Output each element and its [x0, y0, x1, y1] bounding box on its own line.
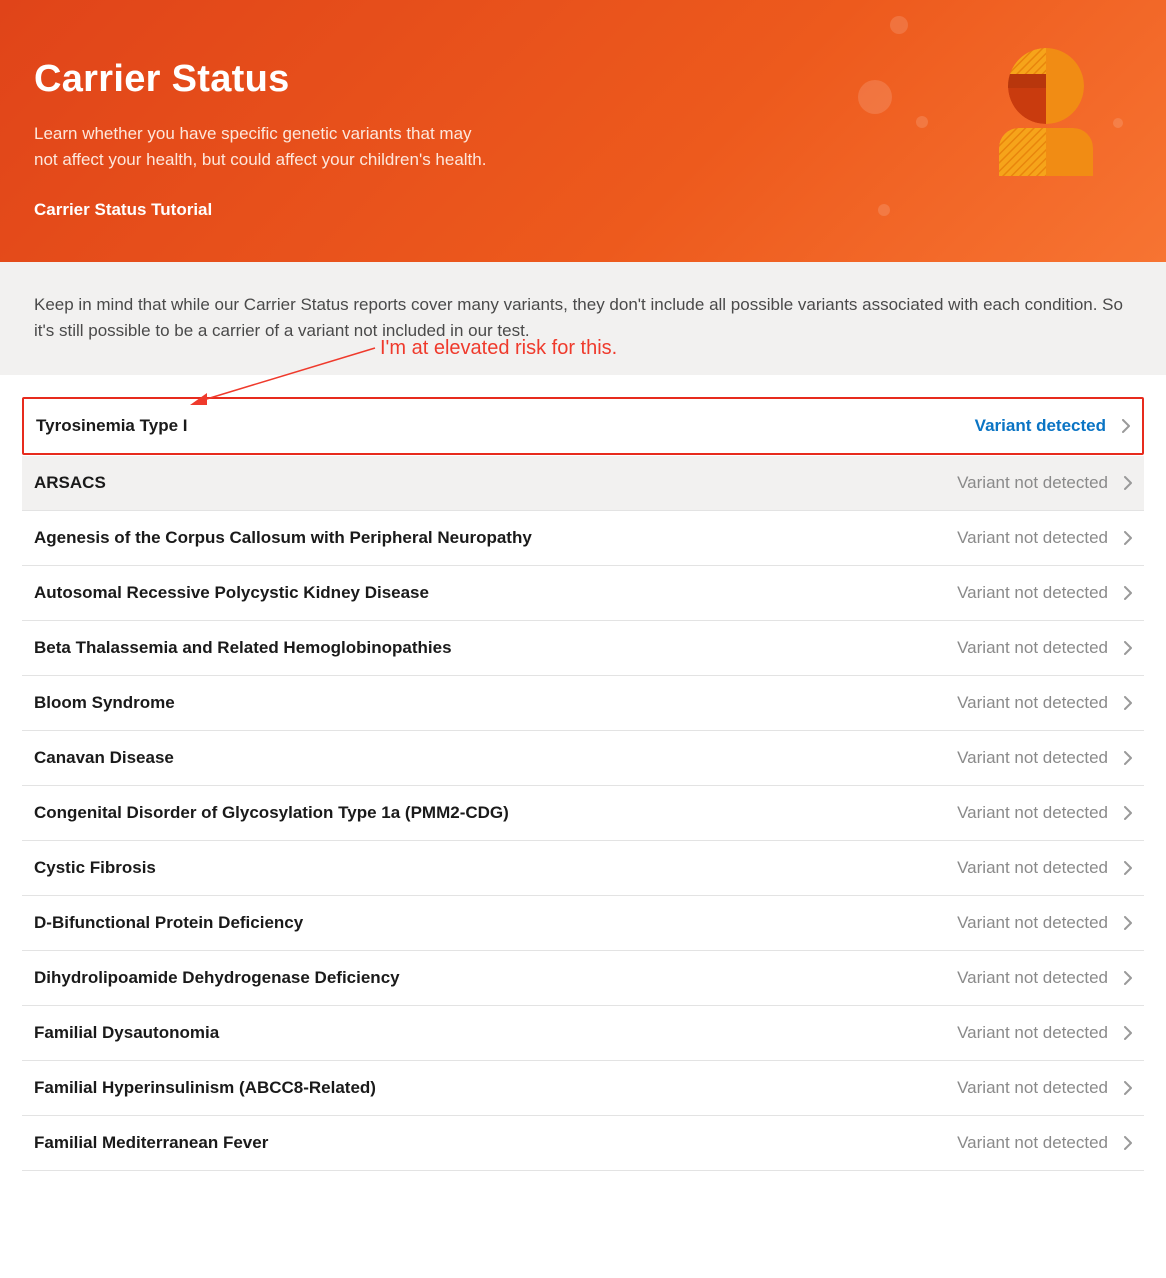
condition-name: Cystic Fibrosis: [34, 858, 156, 878]
chevron-right-icon: [1124, 916, 1132, 930]
condition-status-group: Variant not detected: [957, 1023, 1132, 1043]
condition-row[interactable]: Dihydrolipoamide Dehydrogenase Deficienc…: [22, 951, 1144, 1006]
chevron-right-icon: [1124, 751, 1132, 765]
condition-row[interactable]: D-Bifunctional Protein Deficiency Variant…: [22, 896, 1144, 951]
chevron-right-icon: [1124, 696, 1132, 710]
avatar-icon: [938, 48, 1118, 218]
condition-name: Autosomal Recessive Polycystic Kidney Di…: [34, 583, 429, 603]
chevron-right-icon: [1124, 1136, 1132, 1150]
chevron-right-icon: [1124, 476, 1132, 490]
chevron-right-icon: [1124, 586, 1132, 600]
condition-status: Variant not detected: [957, 528, 1108, 548]
condition-status-group: Variant not detected: [957, 968, 1132, 988]
condition-row[interactable]: Bloom Syndrome Variant not detected: [22, 676, 1144, 731]
condition-name: Familial Hyperinsulinism (ABCC8-Related): [34, 1078, 376, 1098]
condition-status: Variant detected: [975, 416, 1106, 436]
condition-status-group: Variant not detected: [957, 803, 1132, 823]
chevron-right-icon: [1124, 641, 1132, 655]
condition-status: Variant not detected: [957, 913, 1108, 933]
condition-name: Canavan Disease: [34, 748, 174, 768]
condition-row[interactable]: Congenital Disorder of Glycosylation Typ…: [22, 786, 1144, 841]
condition-status: Variant not detected: [957, 473, 1108, 493]
condition-status: Variant not detected: [957, 638, 1108, 658]
chevron-right-icon: [1124, 1081, 1132, 1095]
tutorial-link[interactable]: Carrier Status Tutorial: [34, 200, 212, 219]
condition-name: Tyrosinemia Type I: [36, 416, 187, 436]
decorative-dot: [916, 116, 928, 128]
condition-status-group: Variant not detected: [957, 748, 1132, 768]
condition-status: Variant not detected: [957, 583, 1108, 603]
condition-status: Variant not detected: [957, 858, 1108, 878]
condition-status-group: Variant not detected: [957, 583, 1132, 603]
condition-row[interactable]: Familial Dysautonomia Variant not detecte…: [22, 1006, 1144, 1061]
chevron-right-icon: [1124, 971, 1132, 985]
hero-banner: Carrier Status Learn whether you have sp…: [0, 0, 1166, 262]
condition-status-group: Variant not detected: [957, 858, 1132, 878]
decorative-dot: [878, 204, 890, 216]
condition-status-group: Variant not detected: [957, 473, 1132, 493]
condition-name: Congenital Disorder of Glycosylation Typ…: [34, 803, 509, 823]
condition-name: Dihydrolipoamide Dehydrogenase Deficienc…: [34, 968, 400, 988]
condition-row[interactable]: Familial Mediterranean Fever Variant not …: [22, 1116, 1144, 1171]
condition-status: Variant not detected: [957, 1133, 1108, 1153]
condition-row[interactable]: Autosomal Recessive Polycystic Kidney Di…: [22, 566, 1144, 621]
condition-name: Beta Thalassemia and Related Hemoglobino…: [34, 638, 452, 658]
condition-row[interactable]: Tyrosinemia Type I Variant detected: [22, 397, 1144, 455]
condition-status-group: Variant detected: [975, 416, 1130, 436]
condition-status: Variant not detected: [957, 968, 1108, 988]
chevron-right-icon: [1124, 806, 1132, 820]
condition-name: Familial Mediterranean Fever: [34, 1133, 268, 1153]
condition-name: ARSACS: [34, 473, 106, 493]
chevron-right-icon: [1124, 531, 1132, 545]
decorative-dot: [858, 80, 892, 114]
chevron-right-icon: [1124, 1026, 1132, 1040]
chevron-right-icon: [1122, 419, 1130, 433]
condition-status: Variant not detected: [957, 1023, 1108, 1043]
condition-name: Agenesis of the Corpus Callosum with Per…: [34, 528, 532, 548]
condition-row[interactable]: Beta Thalassemia and Related Hemoglobino…: [22, 621, 1144, 676]
condition-status-group: Variant not detected: [957, 913, 1132, 933]
condition-status-group: Variant not detected: [957, 1078, 1132, 1098]
condition-name: Familial Dysautonomia: [34, 1023, 219, 1043]
condition-list: Tyrosinemia Type I Variant detected ARSACS…: [0, 375, 1166, 1171]
condition-row[interactable]: Agenesis of the Corpus Callosum with Per…: [22, 511, 1144, 566]
condition-name: D-Bifunctional Protein Deficiency: [34, 913, 303, 933]
condition-status-group: Variant not detected: [957, 638, 1132, 658]
annotation-text: I'm at elevated risk for this.: [380, 337, 617, 360]
page-subtitle: Learn whether you have specific genetic …: [34, 121, 494, 172]
condition-status: Variant not detected: [957, 1078, 1108, 1098]
condition-status-group: Variant not detected: [957, 1133, 1132, 1153]
condition-row[interactable]: Familial Hyperinsulinism (ABCC8-Related)…: [22, 1061, 1144, 1116]
condition-status-group: Variant not detected: [957, 693, 1132, 713]
condition-status: Variant not detected: [957, 803, 1108, 823]
chevron-right-icon: [1124, 861, 1132, 875]
condition-row[interactable]: Cystic Fibrosis Variant not detected: [22, 841, 1144, 896]
condition-name: Bloom Syndrome: [34, 693, 175, 713]
hero-illustration: [938, 48, 1118, 218]
condition-row[interactable]: ARSACS Variant not detected: [22, 456, 1144, 511]
condition-row[interactable]: Canavan Disease Variant not detected: [22, 731, 1144, 786]
condition-status-group: Variant not detected: [957, 528, 1132, 548]
decorative-dot: [890, 16, 908, 34]
condition-status: Variant not detected: [957, 693, 1108, 713]
condition-status: Variant not detected: [957, 748, 1108, 768]
